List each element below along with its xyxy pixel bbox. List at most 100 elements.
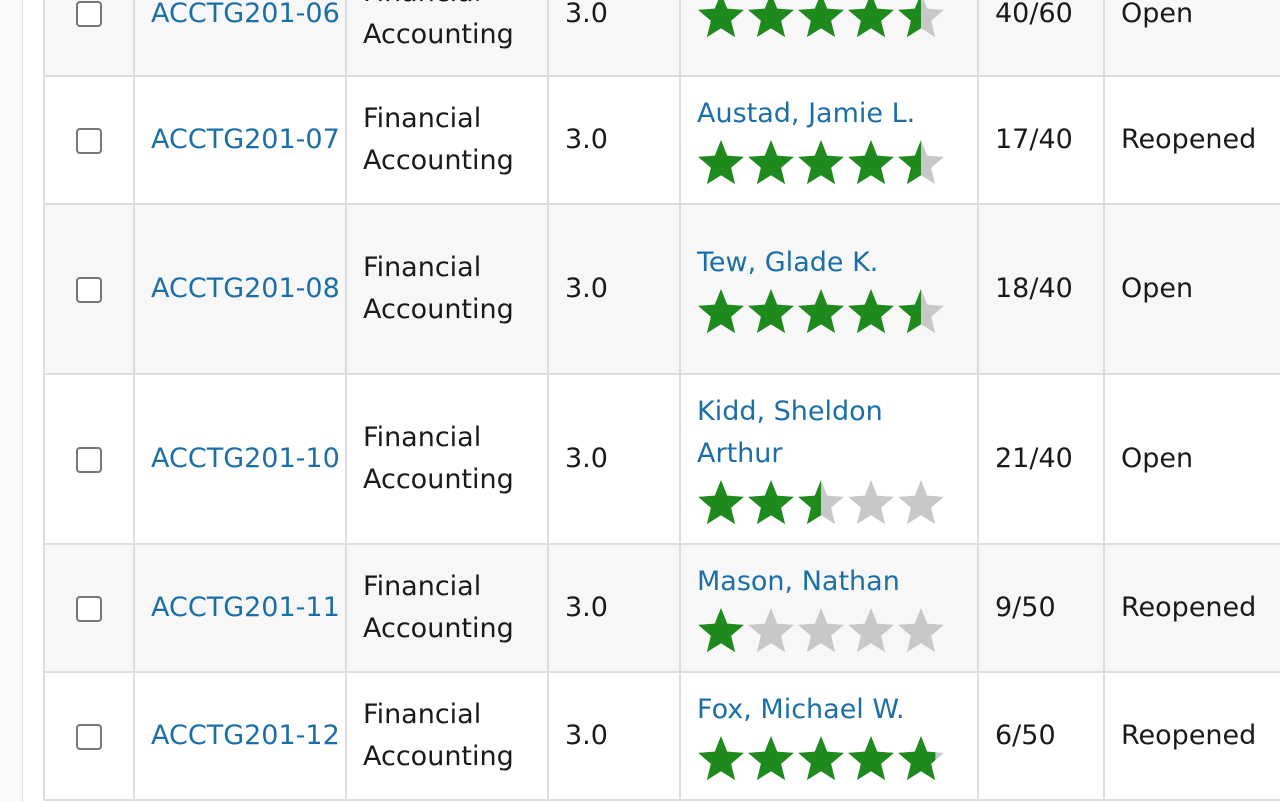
instructor-cell: Kidd, Sheldon Arthur bbox=[679, 373, 979, 545]
star-icon bbox=[748, 140, 794, 185]
table-row: ACCTG201-06 Financial Accounting 3.0 40/… bbox=[43, 0, 1280, 77]
star-icon bbox=[798, 0, 844, 37]
star-icon bbox=[898, 140, 944, 185]
course-title-line2: Accounting bbox=[363, 294, 514, 325]
status-text: Reopened bbox=[1121, 720, 1257, 751]
star-icon bbox=[898, 736, 944, 781]
status-text: Open bbox=[1121, 273, 1194, 304]
star-filled-shape bbox=[698, 140, 744, 185]
star-icon bbox=[698, 0, 744, 37]
select-cell bbox=[43, 203, 135, 375]
select-checkbox[interactable] bbox=[76, 595, 102, 622]
star-icon bbox=[698, 289, 744, 334]
sections-table: ACCTG201-06 Financial Accounting 3.0 40/… bbox=[43, 0, 1280, 801]
seats-value: 40/60 bbox=[995, 0, 1073, 29]
course-title-line2: Accounting bbox=[363, 464, 514, 495]
select-checkbox[interactable] bbox=[76, 723, 102, 750]
star-icon bbox=[848, 0, 894, 37]
instructor-link[interactable]: Tew, Glade K. bbox=[697, 242, 976, 284]
star-filled-shape bbox=[748, 736, 794, 781]
section-id-link[interactable]: ACCTG201-06 bbox=[151, 0, 340, 29]
instructor-rating[interactable] bbox=[697, 733, 976, 783]
star-filled-shape bbox=[798, 736, 844, 781]
section-id-cell: ACCTG201-12 bbox=[133, 671, 347, 801]
seats-cell: 6/50 bbox=[977, 671, 1105, 801]
instructor-rating[interactable] bbox=[697, 286, 976, 336]
course-title: Financial Accounting bbox=[363, 0, 546, 56]
instructor-cell bbox=[679, 0, 979, 77]
star-filled-shape bbox=[698, 0, 744, 37]
star-icon bbox=[848, 289, 894, 334]
select-cell bbox=[43, 75, 135, 205]
instructor-rating[interactable] bbox=[697, 0, 976, 40]
status-cell: Open bbox=[1103, 373, 1280, 545]
section-id-link[interactable]: ACCTG201-11 bbox=[151, 592, 340, 623]
star-icon bbox=[698, 736, 744, 781]
course-title-line1: Financial bbox=[363, 0, 546, 14]
course-title-line2: Accounting bbox=[363, 741, 514, 772]
instructor-rating[interactable] bbox=[697, 605, 976, 655]
section-id-link[interactable]: ACCTG201-12 bbox=[151, 720, 340, 751]
status-text: Reopened bbox=[1121, 124, 1257, 155]
star-icon bbox=[898, 608, 944, 653]
star-icon bbox=[848, 140, 894, 185]
seats-cell: 9/50 bbox=[977, 543, 1105, 673]
select-checkbox[interactable] bbox=[76, 127, 102, 154]
star-icon bbox=[798, 289, 844, 334]
seats-value: 21/40 bbox=[995, 443, 1073, 474]
course-title-cell: Financial Accounting bbox=[345, 0, 549, 77]
instructor-cell: Mason, Nathan bbox=[679, 543, 979, 673]
section-id-cell: ACCTG201-08 bbox=[133, 203, 347, 375]
select-checkbox[interactable] bbox=[76, 276, 102, 303]
star-icon bbox=[898, 289, 944, 334]
select-cell bbox=[43, 373, 135, 545]
select-cell bbox=[43, 0, 135, 77]
instructor-link[interactable]: Austad, Jamie L. bbox=[697, 93, 976, 135]
star-filled-shape bbox=[798, 0, 844, 37]
instructor-cell: Fox, Michael W. bbox=[679, 671, 979, 801]
status-text: Open bbox=[1121, 443, 1194, 474]
star-filled-shape bbox=[848, 140, 894, 185]
star-filled-shape bbox=[898, 0, 921, 37]
select-checkbox[interactable] bbox=[76, 446, 102, 473]
star-icon bbox=[748, 480, 794, 525]
star-icon bbox=[798, 140, 844, 185]
instructor-rating[interactable] bbox=[697, 137, 976, 187]
course-title-line1: Financial bbox=[363, 699, 482, 730]
star-filled-shape bbox=[848, 289, 894, 334]
star-icon bbox=[748, 736, 794, 781]
star-icon bbox=[748, 289, 794, 334]
star-filled-shape bbox=[848, 0, 894, 37]
star-icon bbox=[698, 480, 744, 525]
course-title-line2: Accounting bbox=[363, 18, 514, 50]
section-id-link[interactable]: ACCTG201-07 bbox=[151, 124, 340, 155]
course-title-cell: Financial Accounting bbox=[345, 543, 549, 673]
credits-cell: 3.0 bbox=[547, 671, 681, 801]
status-cell: Reopened bbox=[1103, 543, 1280, 673]
instructor-cell: Tew, Glade K. bbox=[679, 203, 979, 375]
star-filled-shape bbox=[698, 608, 744, 653]
status-cell: Open bbox=[1103, 0, 1280, 77]
credits-value: 3.0 bbox=[565, 443, 608, 474]
instructor-link[interactable]: Kidd, Sheldon Arthur bbox=[697, 391, 976, 475]
credits-cell: 3.0 bbox=[547, 0, 681, 77]
instructor-link[interactable]: Fox, Michael W. bbox=[697, 689, 976, 731]
section-id-link[interactable]: ACCTG201-10 bbox=[151, 443, 340, 474]
select-checkbox[interactable] bbox=[76, 1, 102, 27]
section-id-cell: ACCTG201-07 bbox=[133, 75, 347, 205]
course-title: Financial Accounting bbox=[363, 417, 546, 501]
star-icon bbox=[748, 0, 794, 37]
section-id-link[interactable]: ACCTG201-08 bbox=[151, 273, 340, 304]
table-row: ACCTG201-12 Financial Accounting 3.0 Fox… bbox=[43, 671, 1280, 801]
course-title-cell: Financial Accounting bbox=[345, 373, 549, 545]
table-row: ACCTG201-08 Financial Accounting 3.0 Tew… bbox=[43, 203, 1280, 375]
star-icon bbox=[848, 480, 894, 525]
star-icon bbox=[698, 140, 744, 185]
instructor-rating[interactable] bbox=[697, 477, 976, 527]
course-title-line1: Financial bbox=[363, 422, 482, 453]
seats-cell: 21/40 bbox=[977, 373, 1105, 545]
star-icon bbox=[848, 608, 894, 653]
course-sections-page: ACCTG201-06 Financial Accounting 3.0 40/… bbox=[0, 0, 1280, 802]
star-filled-shape bbox=[698, 736, 744, 781]
instructor-link[interactable]: Mason, Nathan bbox=[697, 561, 976, 603]
